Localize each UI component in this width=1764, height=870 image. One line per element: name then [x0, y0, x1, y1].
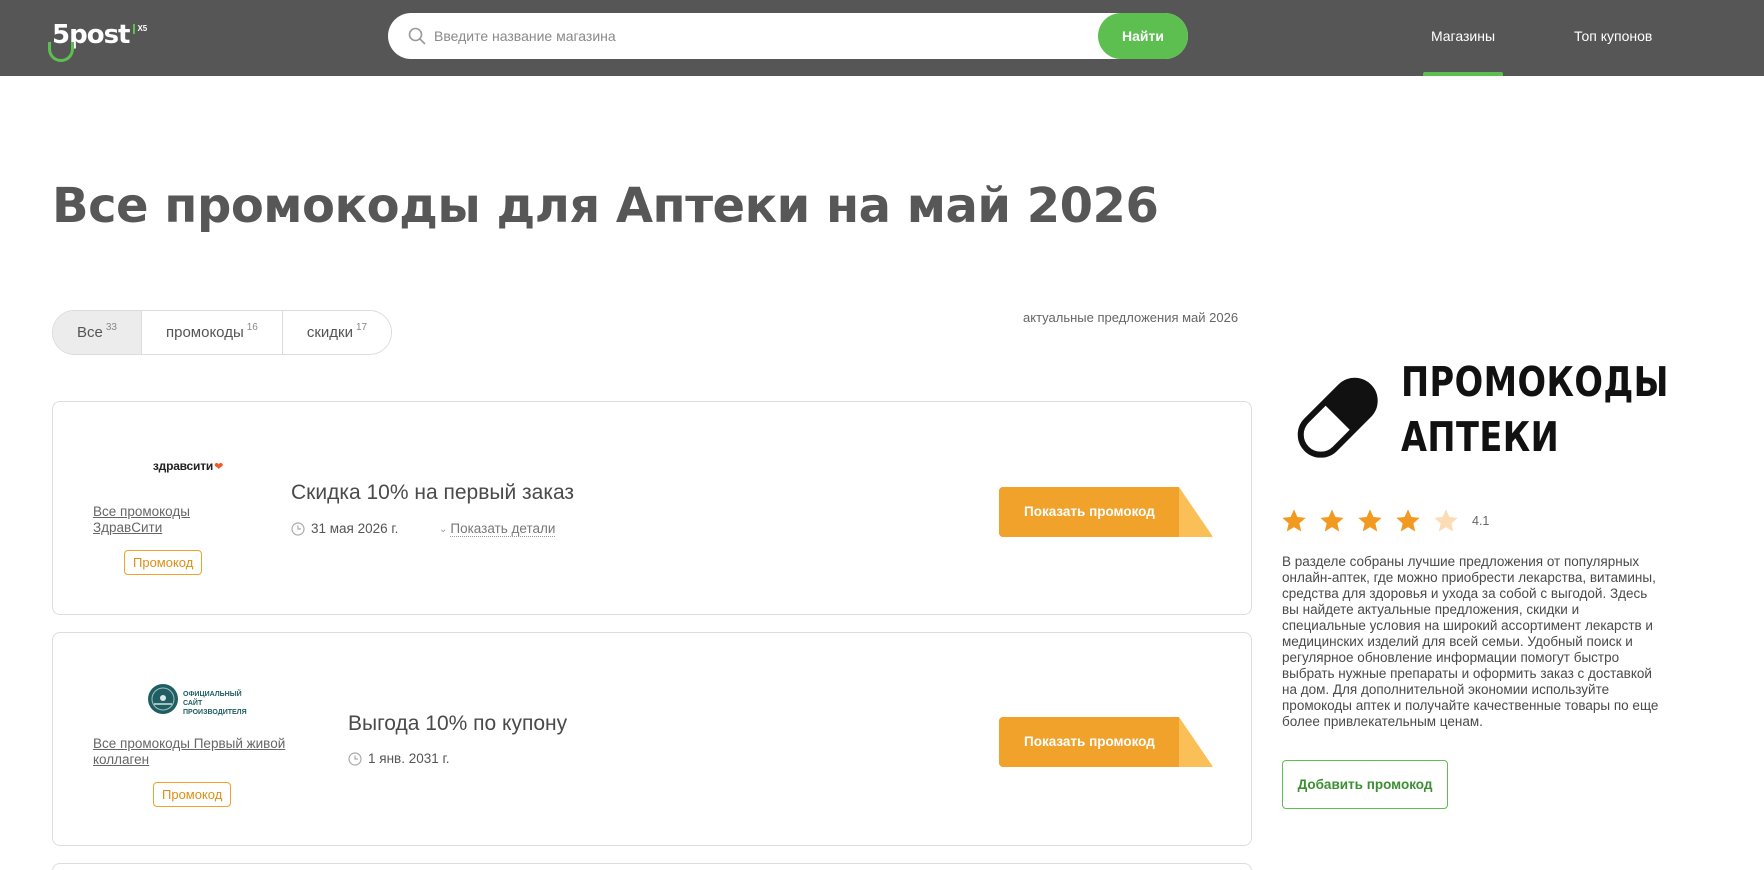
button-fold-corner [1179, 717, 1213, 767]
star-icon[interactable] [1356, 507, 1384, 535]
category-logo-text: ПРОМОКОДЫ АПТЕКИ [1401, 355, 1669, 465]
filter-tabs: Все 33 промокоды 16 скидки 17 [52, 310, 393, 355]
tab-promocodes-label: промокоды [165, 324, 244, 341]
clock-icon [291, 521, 305, 536]
tab-all-label: Все [77, 324, 103, 341]
top-navigation-bar: 5post X5 Найти Магазины Топ купонов [0, 0, 1764, 76]
tab-discounts[interactable]: скидки 17 [282, 311, 392, 354]
add-promocode-button[interactable]: Добавить промокод [1282, 760, 1448, 809]
category-logo-line1: ПРОМОКОДЫ [1401, 358, 1669, 406]
search-bar: Найти [388, 13, 1188, 59]
coupon-date: 31 мая 2026 г. [311, 521, 399, 536]
promo-type-badge: Промокод [124, 550, 203, 575]
store-promos-link[interactable]: Все промокоды ЗдравСити [93, 504, 223, 536]
search-icon [408, 27, 426, 45]
coupon-expiry: 31 мая 2026 г. [291, 521, 398, 536]
tab-discounts-label: скидки [306, 324, 353, 341]
search-input[interactable] [434, 13, 1064, 59]
chevron-down-icon: ⌄ [439, 523, 448, 535]
store-promos-link[interactable]: Все промокоды Первый живой коллаген [93, 736, 303, 768]
tab-all-count: 33 [105, 322, 117, 333]
coupon-title[interactable]: Выгода 10% по купону [348, 712, 567, 736]
coupon-card: здравсити ❤ Все промокоды ЗдравСити Промо… [52, 401, 1252, 615]
star-icon[interactable] [1394, 507, 1422, 535]
coupon-card: ОФИЦИАЛЬНЫЙ САЙТ ПРОИЗВОДИТЕЛЯ Все промо… [52, 632, 1252, 846]
coupon-card [52, 863, 1252, 870]
page-title: Все промокоды для Аптеки на май 2026 [52, 178, 1159, 234]
category-logo: ПРОМОКОДЫ АПТЕКИ [1285, 355, 1669, 461]
clock-icon [348, 751, 362, 766]
logo-arc-icon [48, 42, 74, 62]
search-button[interactable]: Найти [1098, 13, 1188, 59]
site-logo[interactable]: 5post X5 [48, 20, 147, 62]
star-icon[interactable] [1280, 507, 1308, 535]
category-logo-line2: АПТЕКИ [1401, 413, 1560, 461]
store-logo-text: здравсити [152, 459, 214, 473]
star-icon[interactable] [1318, 507, 1346, 535]
coupon-date: 1 янв. 2031 г. [368, 751, 450, 766]
show-details-toggle[interactable]: ⌄ Показать детали [439, 521, 556, 537]
category-rating: 4.1 [1280, 507, 1489, 535]
button-fold-corner [1179, 487, 1213, 537]
show-details-label: Показать детали [450, 521, 556, 537]
actual-offers-note: актуальные предложения май 2026 [1023, 310, 1239, 325]
show-promocode-label: Показать промокод [1024, 734, 1155, 749]
tab-promocodes[interactable]: промокоды 16 [141, 311, 283, 354]
tab-discounts-count: 17 [356, 322, 368, 333]
rating-value: 4.1 [1472, 514, 1490, 528]
nav-top-coupons[interactable]: Топ купонов [1574, 0, 1652, 76]
show-promocode-button[interactable]: Показать промокод [999, 487, 1213, 537]
heart-icon: ❤ [214, 460, 224, 473]
promo-type-badge: Промокод [153, 782, 232, 807]
store-logo-collagen[interactable]: ОФИЦИАЛЬНЫЙ САЙТ ПРОИЗВОДИТЕЛЯ [145, 681, 265, 717]
star-empty-icon[interactable] [1432, 507, 1460, 535]
coupon-title[interactable]: Скидка 10% на первый заказ [291, 481, 574, 505]
collagen-logo-text: ОФИЦИАЛЬНЫЙ САЙТ ПРОИЗВОДИТЕЛЯ [183, 691, 247, 716]
coupon-expiry: 1 янв. 2031 г. [348, 751, 450, 766]
store-logo-zdravcity[interactable]: здравсити ❤ [128, 456, 248, 476]
logo-badge: X5 [133, 24, 147, 34]
tab-promocodes-count: 16 [246, 322, 258, 333]
category-description: В разделе собраны лучшие предложения от … [1282, 554, 1659, 729]
nav-stores[interactable]: Магазины [1423, 0, 1503, 76]
pill-icon [1297, 377, 1378, 458]
show-promocode-button[interactable]: Показать промокод [999, 717, 1213, 767]
show-promocode-label: Показать промокод [1024, 504, 1155, 519]
tab-all[interactable]: Все 33 [53, 311, 142, 354]
